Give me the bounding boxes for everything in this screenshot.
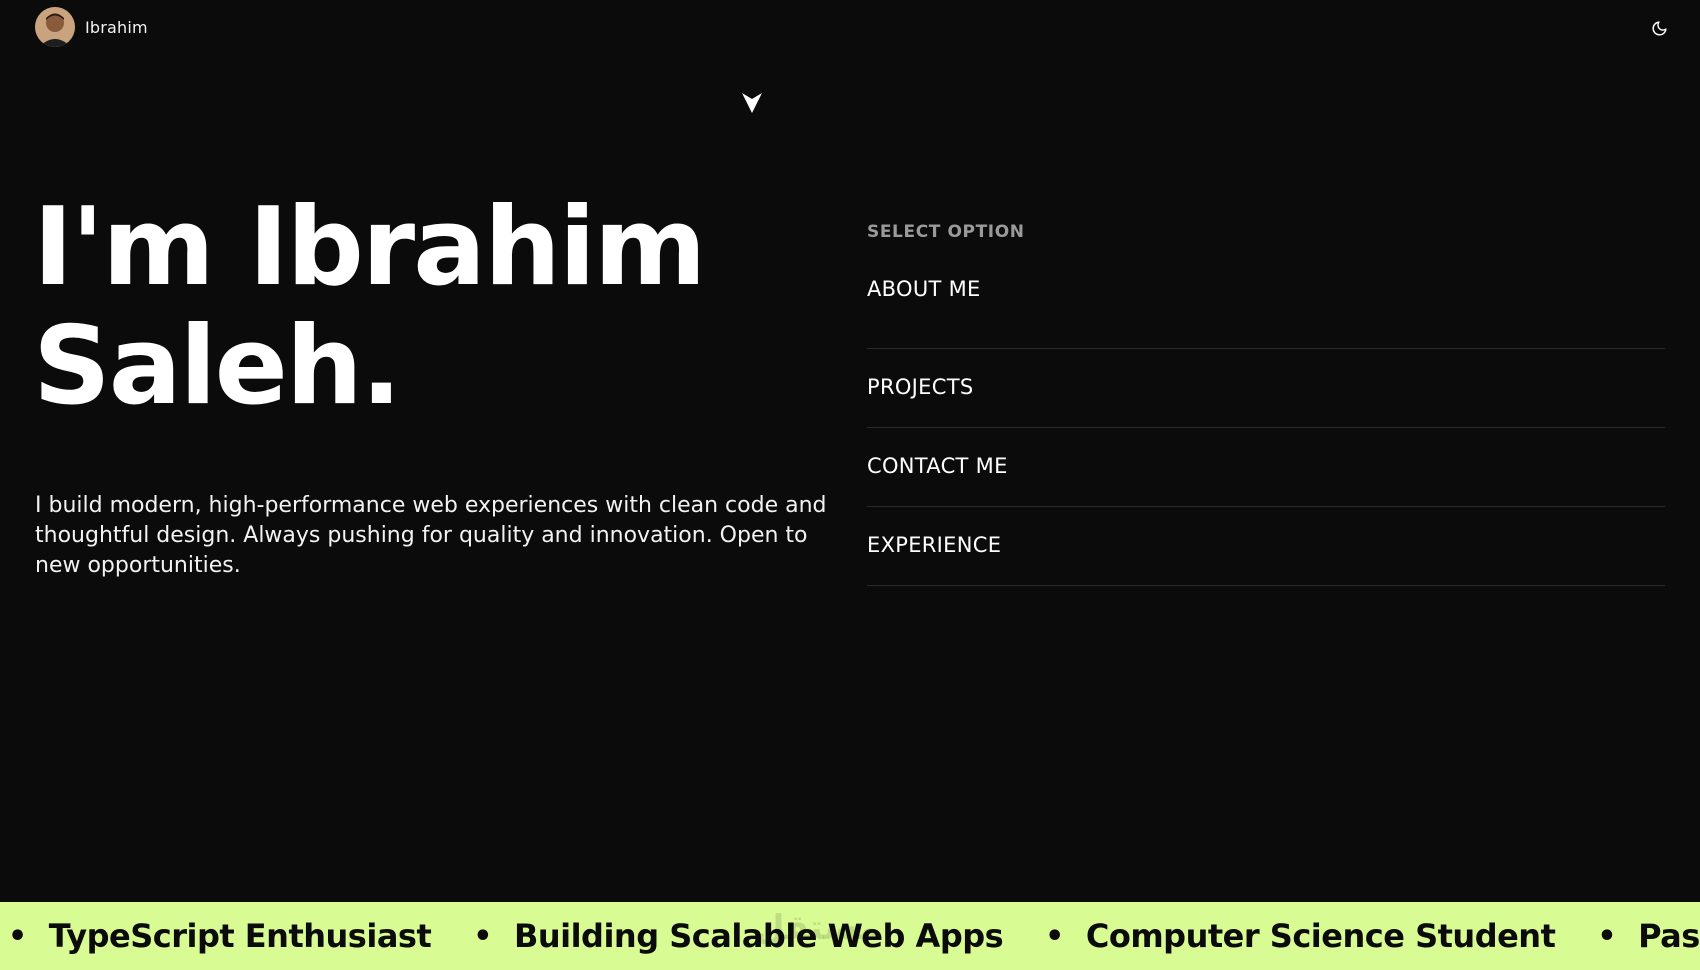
bullet: •: [1597, 918, 1617, 954]
hero-title-line-1: I'm Ibrahim: [33, 185, 706, 310]
hero-title: I'm Ibrahim Saleh.: [33, 185, 706, 429]
page: Ibrahim I'm Ibrahim Saleh. I build moder…: [0, 0, 1700, 970]
menu-item-experience[interactable]: EXPERIENCE: [867, 507, 1665, 586]
theme-toggle-button[interactable]: [1648, 17, 1670, 39]
brand-name: Ibrahim: [85, 17, 148, 37]
scroll-down-arrow-icon: [742, 93, 762, 113]
marquee-item-text: Passion: [1638, 917, 1700, 955]
hero-title-line-2: Saleh.: [33, 304, 402, 429]
option-menu: SELECT OPTION ABOUT ME PROJECTS CONTACT …: [867, 222, 1665, 586]
bullet: •: [8, 918, 27, 954]
marquee-item: • Building Scalable Web Apps: [473, 917, 1003, 955]
watermark: مستقل: [755, 908, 880, 948]
moon-icon: [1652, 20, 1667, 35]
marquee-item-text: TypeScript Enthusiast: [48, 917, 432, 955]
marquee-item: • Passion: [1597, 917, 1700, 955]
avatar: [35, 7, 75, 47]
marquee-item: • Computer Science Student: [1045, 917, 1556, 955]
menu-item-projects[interactable]: PROJECTS: [867, 349, 1665, 428]
home-link[interactable]: Ibrahim: [35, 7, 148, 47]
skills-marquee: • TypeScript Enthusiast • Building Scala…: [0, 902, 1700, 970]
marquee-item: • TypeScript Enthusiast: [8, 917, 432, 955]
menu-item-about-me[interactable]: ABOUT ME: [867, 272, 1665, 349]
menu-item-contact-me[interactable]: CONTACT ME: [867, 428, 1665, 507]
bullet: •: [473, 918, 492, 954]
bullet: •: [1045, 918, 1064, 954]
menu-heading: SELECT OPTION: [867, 222, 1025, 242]
marquee-item-text: Computer Science Student: [1085, 917, 1556, 955]
hero-description: I build modern, high-performance web exp…: [35, 493, 827, 578]
